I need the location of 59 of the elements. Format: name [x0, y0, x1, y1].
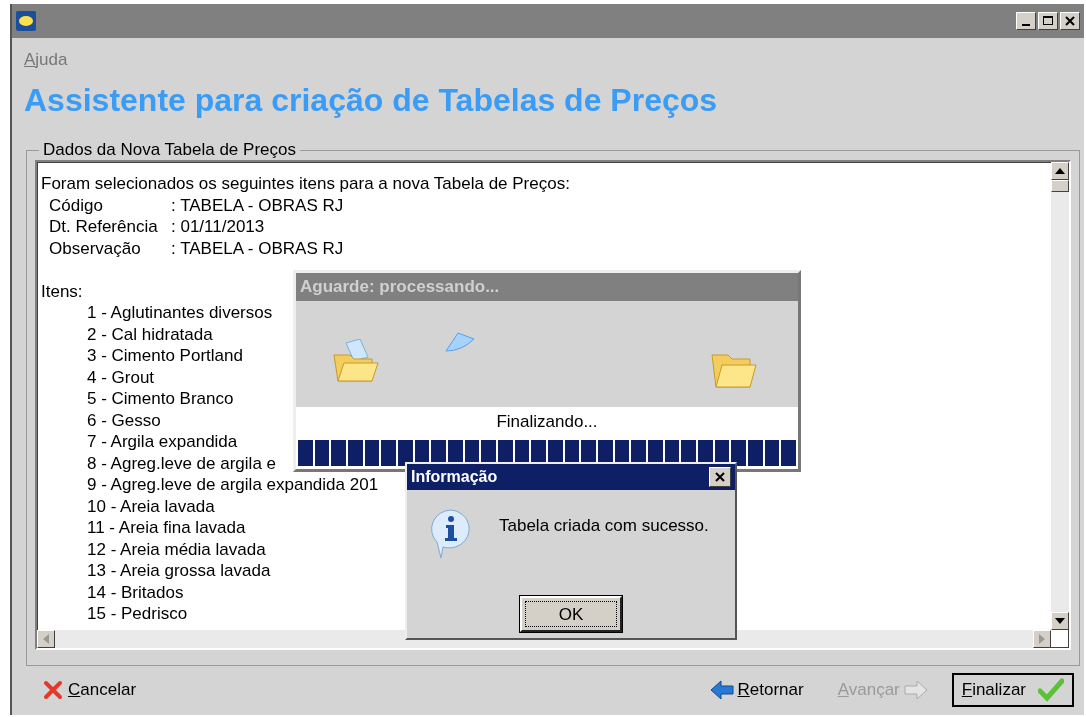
group-title: Dados da Nova Tabela de Preços [42, 140, 297, 160]
intro-text: Foram selecionados os seguintes itens para a nova Tabela de Preços: [41, 173, 570, 195]
item-line: 10 - Areia lavada [86, 495, 215, 517]
progress-dialog-title: Aguarde: processando... [296, 273, 798, 301]
left-arrow-icon [43, 634, 49, 644]
down-arrow-icon [1055, 618, 1065, 624]
maximize-icon [1043, 16, 1053, 26]
check-icon [1038, 678, 1064, 702]
wizard-heading: Assistente para criação de Tabelas de Preços [23, 81, 718, 120]
item-line: 13 - Areia grossa lavada [86, 560, 271, 582]
item-line: 7 - Argila expandida [86, 431, 238, 453]
item-line: 1 - Aglutinantes diversos [86, 302, 273, 324]
info-dialog-title: Informação [411, 468, 498, 486]
minimize-icon [1022, 24, 1030, 26]
ok-button[interactable]: OK [520, 596, 622, 632]
item-line: 11 - Areia fina lavada [86, 517, 246, 539]
right-arrow-icon [1039, 634, 1045, 644]
wizard-button[interactable]: Cancelar [32, 674, 147, 706]
item-line: 15 - Pedrisco [86, 603, 188, 625]
up-arrow-icon [1055, 168, 1065, 174]
item-line: 6 - Gesso [86, 409, 161, 431]
item-line: 4 - Grout [86, 366, 155, 388]
close-button[interactable] [709, 467, 731, 487]
folder-with-paper-icon [332, 339, 380, 385]
maximize-button[interactable] [1038, 12, 1058, 30]
field-value: : TABELA - OBRAS RJ [171, 194, 344, 216]
item-line: 9 - Agreg.leve de argila expandida 201 [86, 474, 379, 496]
wizard-button[interactable]: Finalizar [951, 673, 1074, 707]
field-value: : TABELA - OBRAS RJ [171, 237, 344, 259]
x-icon [42, 679, 64, 701]
vertical-scrollbar[interactable] [1051, 162, 1069, 630]
flying-paper-icon [444, 331, 476, 353]
field-label: Observação [49, 237, 141, 259]
close-icon [715, 472, 725, 482]
scroll-down-button[interactable] [1051, 612, 1069, 630]
info-message: Tabela criada com sucesso. [499, 515, 709, 536]
left-arrow-icon [709, 679, 734, 701]
field-label: Código [49, 194, 103, 216]
app-icon [16, 11, 36, 31]
scroll-right-button[interactable] [1033, 630, 1051, 648]
scroll-up-button[interactable] [1051, 162, 1069, 180]
minimize-button[interactable] [1016, 12, 1036, 30]
item-line: 3 - Cimento Portland [86, 345, 243, 367]
info-speech-bubble-icon [429, 508, 473, 560]
item-line: 14 - Britados [86, 581, 184, 603]
items-label: Itens: [41, 280, 83, 302]
close-icon [1065, 16, 1075, 26]
item-line: 12 - Areia média lavada [86, 538, 266, 560]
item-line: 8 - Agreg.leve de argila e [86, 452, 276, 474]
progress-status-text: Finalizando... [296, 407, 798, 437]
scroll-left-button[interactable] [37, 630, 55, 648]
field-value: : 01/11/2013 [171, 216, 265, 238]
right-arrow-icon [903, 679, 928, 701]
close-button[interactable] [1060, 12, 1080, 30]
field-label: Dt. Referência [49, 216, 158, 238]
item-line: 5 - Cimento Branco [86, 388, 234, 410]
wizard-button[interactable]: Retornar [699, 674, 814, 706]
scroll-thumb[interactable] [1051, 180, 1069, 192]
item-line: 2 - Cal hidratada [86, 323, 213, 345]
